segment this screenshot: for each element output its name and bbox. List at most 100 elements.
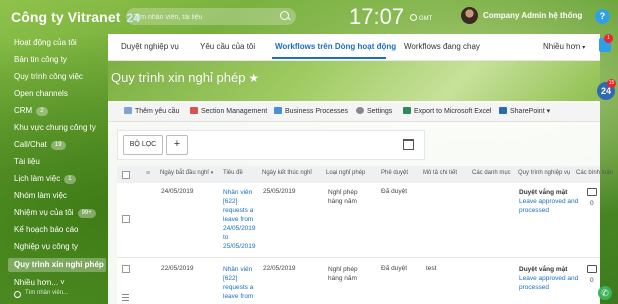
help-button[interactable]: ? [595,9,610,24]
toolbar: Thêm yêu cầu Section Management Business… [108,103,600,122]
row-checkbox[interactable] [122,215,130,223]
b24-badge: 15 [607,79,616,88]
row-menu-icon[interactable] [122,294,129,301]
sidebar-item-tai-lieu[interactable]: Tài liệu [14,155,40,169]
gear-icon [356,107,364,114]
column-settings-icon[interactable]: ≡ [146,170,150,177]
col-end[interactable]: Ngày kết thúc nghỉ [262,170,312,176]
count-badge: 1 [64,175,76,184]
settings-button[interactable]: Settings [356,107,392,115]
sharepoint-icon [499,107,507,114]
add-request-button[interactable]: Thêm yêu cầu [124,107,179,115]
col-category[interactable]: Các danh mục [472,170,511,176]
col-workflow[interactable]: Quy trình nghiệp vụ [518,170,570,176]
sidebar: Hoạt động của tôi Bản tin công ty Quy tr… [0,34,108,304]
comment-icon[interactable] [587,188,597,196]
col-comments[interactable]: Các bình luận [576,170,613,176]
filter-bar: BỘ LỌC + [117,130,425,160]
bottom-search[interactable]: Tìm nhân viên... [10,288,90,300]
caret-down-icon: ▾ [544,108,551,115]
sidebar-item-ban-tin[interactable]: Bản tin công ty [14,53,67,67]
cell-type: Nghỉ phép hàng năm [328,266,358,282]
company-name: Công ty Vitranet [11,9,121,25]
sidebar-item-lich[interactable]: Lịch làm việc 1 [14,172,76,186]
timezone-label: GMT [419,16,433,22]
tab-workflows-activity[interactable]: Workflows trên Dòng hoạt động [275,42,396,51]
table-row[interactable]: 24/05/2019 Nhân viên [622] requests a le… [117,183,600,258]
sidebar-item-nhom[interactable]: Nhóm làm việc [14,189,67,203]
page-title-text: Quy trình xin nghỉ phép [111,70,246,85]
user-name[interactable]: Company Admin hệ thống [483,11,582,20]
notification-badge: 1 [604,34,613,43]
cell-type: Nghỉ phép hàng năm [328,189,358,205]
tab-bar: Duyệt nghiệp vụ Yêu cầu của tôi Workflow… [108,34,600,61]
star-icon[interactable]: ★ [248,71,259,85]
excel-icon [403,107,411,114]
sidebar-item-quy-trinh[interactable]: Quy trình công việc [14,70,83,84]
bottom-search-placeholder: Tìm nhân viên... [25,290,69,296]
sidebar-item-hoat-dong[interactable]: Hoạt động của tôi [14,36,77,50]
page-title: Quy trình xin nghỉ phép ★ [111,70,259,85]
main-panel: Duyệt nghiệp vụ Yêu cầu của tôi Workflow… [108,34,613,304]
cell-title-link[interactable]: Nhân viên [622] requests a leave from [223,265,258,301]
select-all-checkbox[interactable] [122,171,130,179]
sidebar-item-khu-vuc[interactable]: Khu vực chung công ty [14,121,96,135]
sort-down-icon: ▾ [210,170,214,176]
sidebar-item-ke-hoach[interactable]: Kế hoạch báo cáo [14,223,79,237]
process-icon [274,107,282,114]
business-processes-button[interactable]: Business Processes [274,107,348,115]
cell-desc: test [426,265,437,272]
timezone: GMT [410,14,432,22]
comment-icon[interactable] [587,265,597,273]
count-badge: 2 [36,107,48,116]
search-box [126,8,296,25]
col-title[interactable]: Tiêu đề [223,170,243,176]
count-badge: 99+ [77,209,96,218]
section-icon [190,107,198,114]
section-management-button[interactable]: Section Management [190,107,267,115]
workflow-title: Duyệt vắng mặt [519,266,568,273]
filter-button[interactable]: BỘ LỌC [123,135,163,155]
company-logo[interactable]: Công ty Vitranet 24 [11,9,140,25]
avatar[interactable] [461,7,478,24]
col-type[interactable]: Loại nghỉ phép [326,170,365,176]
col-desc[interactable]: Mô tả chi tiết [423,170,457,176]
sharepoint-menu[interactable]: SharePoint ▾ [499,107,550,115]
window-icon[interactable] [403,139,414,150]
sidebar-item-nghiep-vu[interactable]: Nghiệp vụ công ty [14,240,78,254]
cell-end: 25/05/2019 [263,188,296,195]
sidebar-item-crm[interactable]: CRM 2 [14,104,48,118]
add-button[interactable]: + [166,135,188,155]
tab-yeu-cau[interactable]: Yêu cầu của tôi [200,42,255,51]
row-checkbox[interactable] [122,265,130,273]
search-input[interactable] [132,9,276,25]
cell-workflow: Duyệt vắng mặt Leave approved and process… [519,188,579,215]
workflow-status-link[interactable]: Leave approved and processed [519,275,578,291]
phone-icon[interactable]: ✆ [598,286,612,300]
search-icon [14,291,21,298]
sidebar-item-xin-nghi-phep[interactable]: Quy trình xin nghỉ phép [8,258,106,272]
clock: 17:07 [349,4,405,29]
cell-title-link[interactable]: Nhân viên [622] requests a leave from 24… [223,188,258,251]
comment-count: 0 [590,277,594,284]
add-request-icon [124,107,132,114]
workflow-status-link[interactable]: Leave approved and processed [519,198,578,214]
col-approval[interactable]: Phê duyệt [381,170,408,176]
sidebar-item-call-chat[interactable]: Call/Chat 19 [14,138,66,152]
cell-workflow: Duyệt vắng mặt Leave approved and process… [519,265,579,292]
tab-more[interactable]: Nhiều hơn ▾ [543,42,585,51]
top-bar: Công ty Vitranet 24 17:07 GMT Company Ad… [0,0,618,34]
col-start[interactable]: Ngày bắt đầu nghỉ ▾ [160,170,213,176]
tab-workflows-running[interactable]: Workflows đang chạy [404,42,480,51]
sidebar-item-open-channels[interactable]: Open channels [14,87,68,101]
sidebar-item-nhiem-vu[interactable]: Nhiệm vụ của tôi 99+ [14,206,96,220]
tab-duyet-nghiep-vu[interactable]: Duyệt nghiệp vụ [121,42,179,51]
count-badge: 19 [50,141,66,150]
table-row[interactable]: 22/05/2019 Nhân viên [622] requests a le… [117,258,600,304]
cell-approval: Đã duyệt [381,265,408,272]
search-icon[interactable] [280,11,289,20]
cell-approval: Đã duyệt [381,188,408,195]
clock-icon [410,14,417,21]
export-excel-button[interactable]: Export to Microsoft Excel [403,107,491,115]
workflow-title: Duyệt vắng mặt [519,189,568,196]
